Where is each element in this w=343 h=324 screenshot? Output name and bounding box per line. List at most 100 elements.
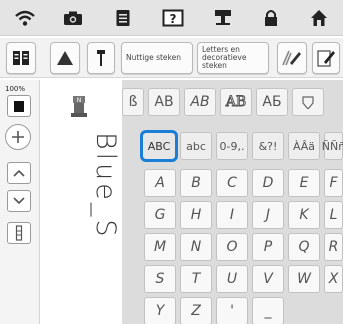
font-tab-label: AB (154, 94, 174, 110)
zoom-level: 100% (5, 85, 26, 93)
char-key-n[interactable]: N (180, 233, 212, 261)
char-key-i[interactable]: I (216, 201, 248, 229)
char-key-e[interactable]: E (288, 169, 320, 197)
font-tab-2[interactable]: AB (148, 88, 180, 116)
char-key-r[interactable]: R (324, 233, 343, 261)
char-key-h[interactable]: H (180, 201, 212, 229)
char-key-o[interactable]: O (216, 233, 248, 261)
char-key-d[interactable]: D (252, 169, 284, 197)
top-bar: ? (0, 0, 343, 36)
char-label: A (155, 175, 165, 191)
letters-decorative-label: Letters en decoratieve steken (202, 45, 247, 70)
book-icon[interactable] (6, 42, 36, 74)
char-label: P (263, 239, 273, 255)
char-key-f[interactable]: F (324, 169, 343, 197)
charset-label: ÑÑñ (321, 139, 343, 153)
char-label: X (328, 271, 339, 287)
font-tab-3[interactable]: AB (184, 88, 216, 116)
char-key-m[interactable]: M (144, 233, 176, 261)
chevron-up-icon[interactable] (7, 162, 31, 184)
char-label: U (226, 271, 238, 287)
letters-decorative-button[interactable]: Letters en decoratieve steken (197, 42, 269, 74)
char-key-b[interactable]: B (180, 169, 212, 197)
char-label: J (265, 207, 271, 223)
char-key-l[interactable]: L (324, 201, 343, 229)
char-key-s[interactable]: S (144, 265, 176, 293)
char-key-v[interactable]: V (252, 265, 284, 293)
embroidery-preview: N Blue_S (42, 80, 121, 324)
chevron-down-icon[interactable] (7, 190, 31, 212)
char-key-apostrophe[interactable]: ' (216, 297, 248, 324)
char-key-y[interactable]: Y (144, 297, 176, 324)
char-key-q[interactable]: Q (288, 233, 320, 261)
more-fonts-button[interactable] (292, 88, 324, 116)
char-label: G (154, 207, 166, 223)
svg-text:N: N (77, 97, 82, 104)
help-icon[interactable]: ? (160, 6, 186, 30)
triangle-icon[interactable] (50, 42, 80, 74)
char-label: Z (191, 303, 201, 319)
char-key-g[interactable]: G (144, 201, 176, 229)
charset-lowercase[interactable]: abc (180, 132, 212, 160)
font-tab-label: AБ (262, 94, 282, 110)
char-key-a[interactable]: A (144, 169, 176, 197)
char-key-w[interactable]: W (288, 265, 320, 293)
character-palette: ß AB AB AB AБ ABC abc 0-9,. &?! ÀÂä ÑÑñ … (122, 80, 343, 324)
add-icon[interactable] (5, 124, 31, 150)
char-label: O (226, 239, 238, 255)
useful-stitches-button[interactable]: Nuttige steken (121, 42, 193, 74)
home-icon[interactable] (306, 6, 332, 30)
svg-text:?: ? (170, 12, 177, 26)
char-key-k[interactable]: K (288, 201, 320, 229)
char-key-j[interactable]: J (252, 201, 284, 229)
spacing-icon[interactable] (7, 222, 31, 244)
char-label: C (227, 175, 237, 191)
charset-label: 0-9,. (219, 139, 245, 153)
document-icon[interactable] (110, 6, 136, 30)
thread-color-swatch[interactable] (7, 95, 31, 117)
char-label: R (328, 239, 339, 255)
lock-icon[interactable] (258, 6, 284, 30)
font-tab-1[interactable]: ß (122, 88, 144, 116)
char-label: Y (155, 303, 165, 319)
char-label: W (297, 271, 311, 287)
needle-single-icon[interactable] (87, 42, 115, 74)
char-key-t[interactable]: T (180, 265, 212, 293)
char-label: B (191, 175, 201, 191)
char-label: _ (264, 303, 272, 319)
char-key-z[interactable]: Z (180, 297, 212, 324)
char-key-c[interactable]: C (216, 169, 248, 197)
charset-symbols[interactable]: &?! (252, 132, 284, 160)
useful-stitches-label: Nuttige steken (126, 53, 181, 62)
char-label: K (299, 207, 309, 223)
font-tab-label: AB (225, 94, 247, 111)
edit-document-icon[interactable] (312, 42, 340, 74)
char-key-x[interactable]: X (324, 265, 343, 293)
char-label: T (191, 271, 201, 287)
charset-numbers[interactable]: 0-9,. (216, 132, 248, 160)
charset-label: abc (186, 139, 206, 153)
char-label: D (262, 175, 274, 191)
needle-icon[interactable] (210, 6, 236, 30)
char-label: S (155, 271, 165, 287)
char-key-u[interactable]: U (216, 265, 248, 293)
edit-pencil-icon[interactable] (277, 42, 307, 74)
preview-text: Blue_S (90, 132, 121, 240)
charset-uppercase[interactable]: ABC (140, 130, 178, 162)
charset-label: ABC (147, 139, 171, 153)
wifi-icon[interactable] (12, 6, 38, 30)
char-label: V (263, 271, 273, 287)
presser-foot-icon: N (70, 95, 88, 119)
charset-label: ÀÂä (292, 139, 316, 153)
char-key-p[interactable]: P (252, 233, 284, 261)
charset-label: &?! (258, 139, 278, 153)
char-key-underscore[interactable]: _ (252, 297, 284, 324)
camera-icon[interactable] (60, 6, 86, 30)
char-label: ' (230, 303, 234, 319)
font-tab-5[interactable]: AБ (256, 88, 288, 116)
font-tab-4[interactable]: AB (220, 88, 252, 116)
charset-accented[interactable]: ÀÂä (288, 132, 320, 160)
charset-special[interactable]: ÑÑñ (321, 132, 343, 160)
shield-icon (302, 96, 314, 109)
mode-toolbar: Nuttige steken Letters en decoratieve st… (0, 38, 343, 78)
